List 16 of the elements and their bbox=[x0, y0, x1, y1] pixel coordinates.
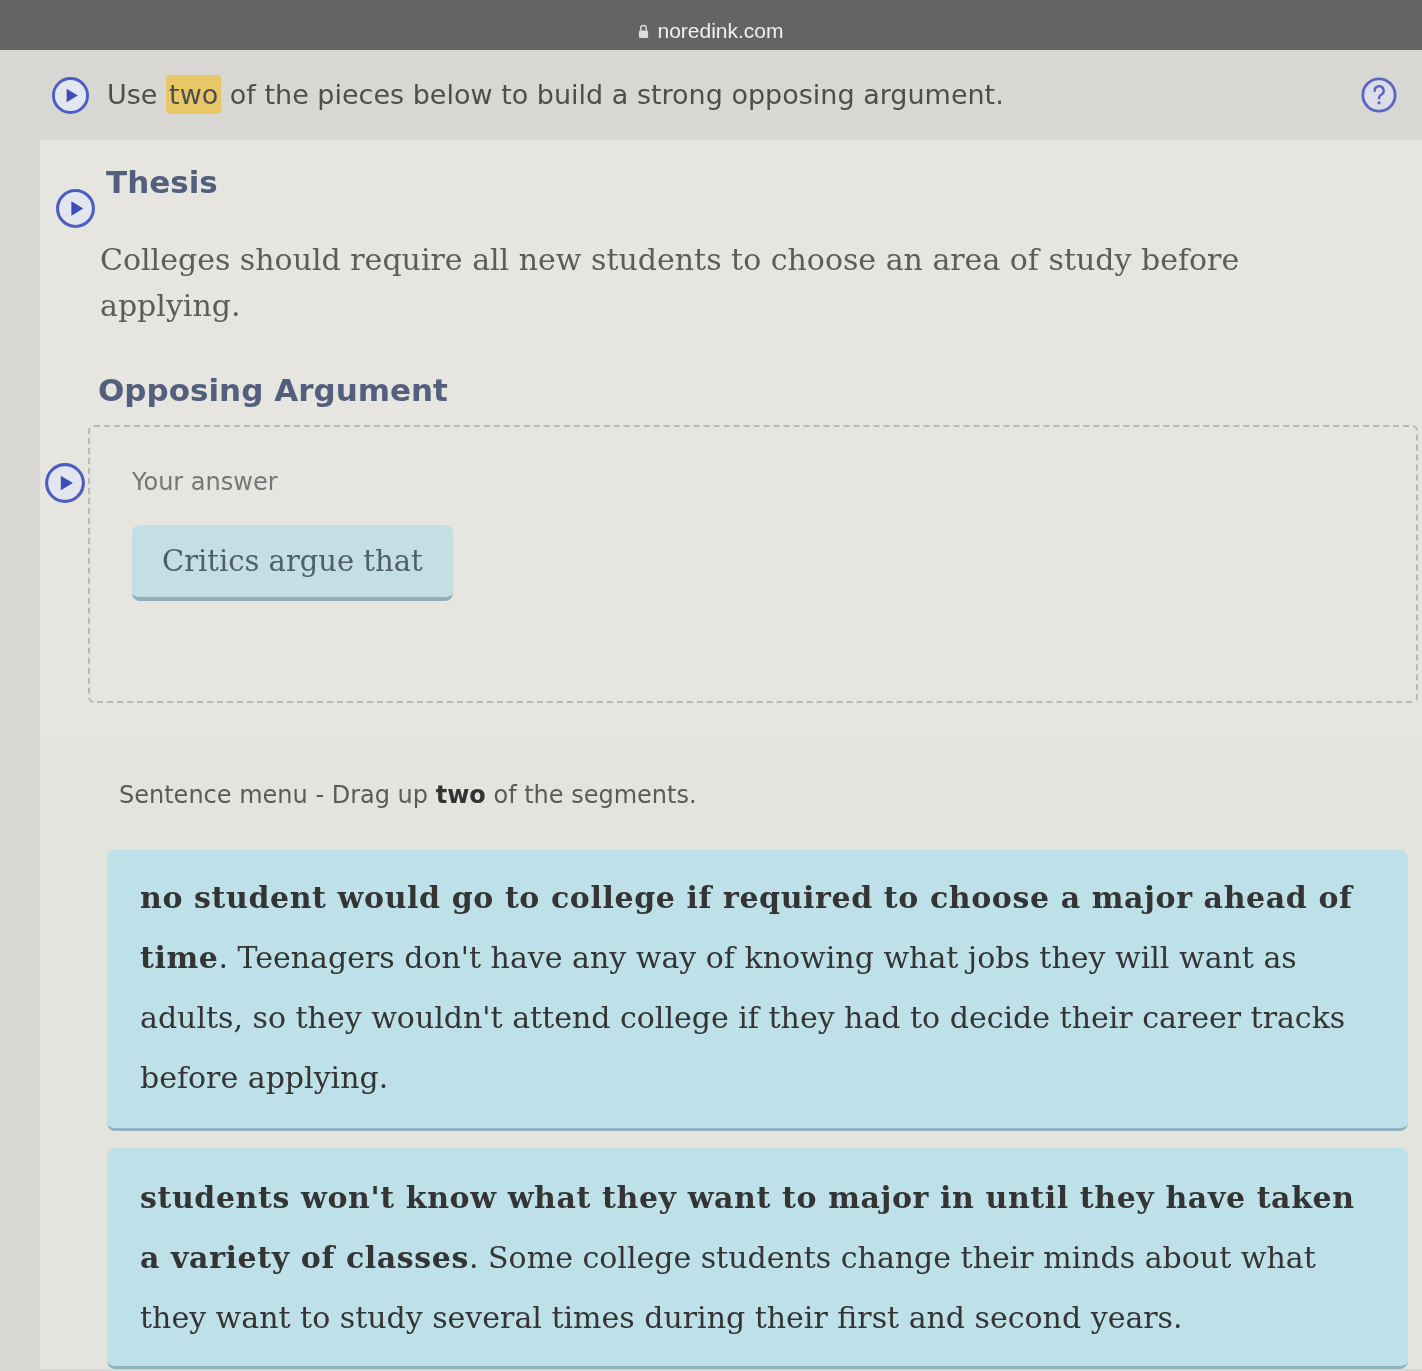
thesis-heading: Thesis bbox=[106, 163, 218, 202]
sentence-segment[interactable]: no student would go to college if required to choose a major ahead of time. Teenagers don't have any way of knowing what jobs they will want as adults, so they wouldn't attend college if they had to decide their career tracks before applying. bbox=[107, 850, 1408, 1131]
lock-icon bbox=[638, 23, 650, 39]
answer-drop-zone[interactable]: Your answer Critics argue that bbox=[88, 425, 1418, 703]
opposing-argument-heading: Opposing Argument bbox=[98, 371, 449, 410]
sentence-segment[interactable]: students won't know what they want to major in until they have taken a variety of classes. Some college students change their minds about what they want to study several times during their first and second years. bbox=[107, 1148, 1408, 1369]
play-icon[interactable] bbox=[55, 188, 96, 229]
help-icon[interactable] bbox=[1360, 76, 1398, 114]
instruction-text: Use two of the pieces below to build a strong opposing argument. bbox=[107, 75, 1004, 115]
play-icon[interactable] bbox=[51, 75, 90, 115]
address-text[interactable]: noredink.com bbox=[657, 18, 784, 44]
answer-piece[interactable]: Critics argue that bbox=[132, 525, 453, 601]
sentence-menu-instructions: Sentence menu - Drag up two of the segments. bbox=[119, 780, 698, 811]
thesis-text: Colleges should require all new students to choose an area of study before applying. bbox=[100, 241, 1241, 325]
play-icon[interactable] bbox=[44, 462, 86, 504]
answer-label: Your answer bbox=[132, 467, 278, 497]
